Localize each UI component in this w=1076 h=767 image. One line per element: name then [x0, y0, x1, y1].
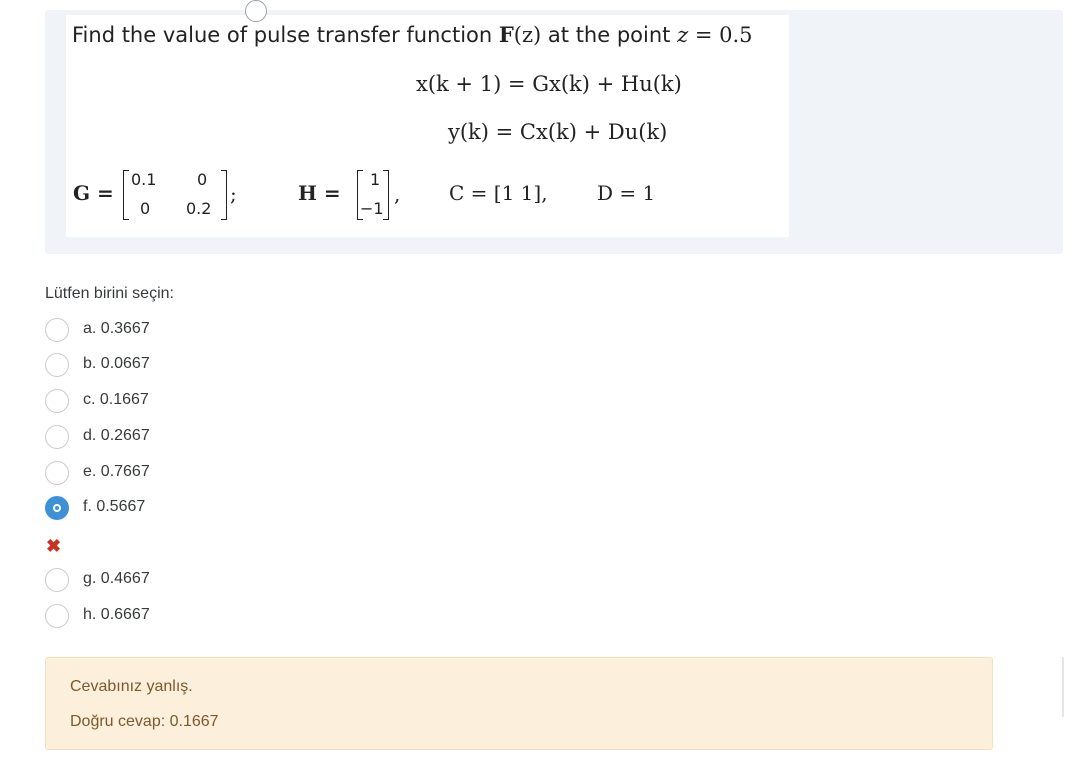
question-text-z: z [677, 23, 689, 47]
radio-button[interactable] [45, 318, 69, 342]
state-equation: x(k + 1) = Gx(k) + Hu(k) [416, 72, 682, 96]
g-cell-11: 0.1 [131, 170, 157, 189]
radio-button[interactable] [45, 389, 69, 413]
feedback-correct-answer: Doğru cevap: 0.1667 [70, 713, 219, 730]
h-label-text: H = [298, 181, 341, 205]
flag-question-icon[interactable] [245, 0, 267, 22]
h-label: H = [298, 181, 341, 205]
question-text-eq: = 0.5 [688, 23, 753, 47]
d-definition: D = 1 [597, 181, 656, 205]
g-suffix: ; [230, 182, 237, 206]
option-label[interactable]: c. 0.1667 [83, 391, 149, 409]
g-left-bracket [123, 170, 129, 220]
question-image [66, 15, 789, 237]
question-text-Fz: (z) [513, 23, 542, 47]
radio-button[interactable] [45, 604, 69, 628]
g-cell-12: 0 [197, 170, 208, 189]
g-cell-21: 0 [140, 199, 151, 218]
g-right-bracket [221, 170, 227, 220]
question-text-prefix: Find the value of pulse transfer functio… [72, 23, 499, 47]
g-label: G = [73, 181, 114, 205]
question-text-mid: at the point [541, 23, 678, 47]
c-definition: C = [1 1], [449, 181, 548, 205]
feedback-result: Cevabınız yanlış. [70, 678, 193, 695]
option-label[interactable]: h. 0.6667 [83, 606, 150, 624]
page-edge-divider [1062, 657, 1064, 717]
output-equation: y(k) = Cx(k) + Du(k) [448, 120, 668, 144]
option-label[interactable]: a. 0.3667 [83, 320, 150, 338]
radio-button[interactable] [45, 461, 69, 485]
g-label-text: G = [73, 181, 114, 205]
option-label[interactable]: d. 0.2667 [83, 427, 150, 445]
radio-button[interactable] [45, 425, 69, 449]
h-cell-1: 1 [370, 170, 381, 189]
radio-button-selected[interactable] [45, 496, 69, 520]
h-right-bracket [383, 170, 389, 220]
incorrect-icon: ✖ [46, 536, 62, 556]
option-label[interactable]: b. 0.0667 [83, 355, 150, 373]
h-suffix: , [394, 182, 401, 206]
answer-prompt: Lütfen birini seçin: [45, 285, 174, 302]
option-label[interactable]: f. 0.5667 [83, 498, 145, 516]
radio-button[interactable] [45, 353, 69, 377]
g-cell-22: 0.2 [186, 199, 212, 218]
feedback-box [45, 657, 993, 750]
question-statement: Find the value of pulse transfer functio… [72, 22, 753, 47]
question-text-F: F [498, 22, 514, 47]
option-label[interactable]: e. 0.7667 [83, 463, 150, 481]
option-label[interactable]: g. 0.4667 [83, 570, 150, 588]
radio-button[interactable] [45, 568, 69, 592]
h-cell-2: −1 [360, 199, 384, 218]
